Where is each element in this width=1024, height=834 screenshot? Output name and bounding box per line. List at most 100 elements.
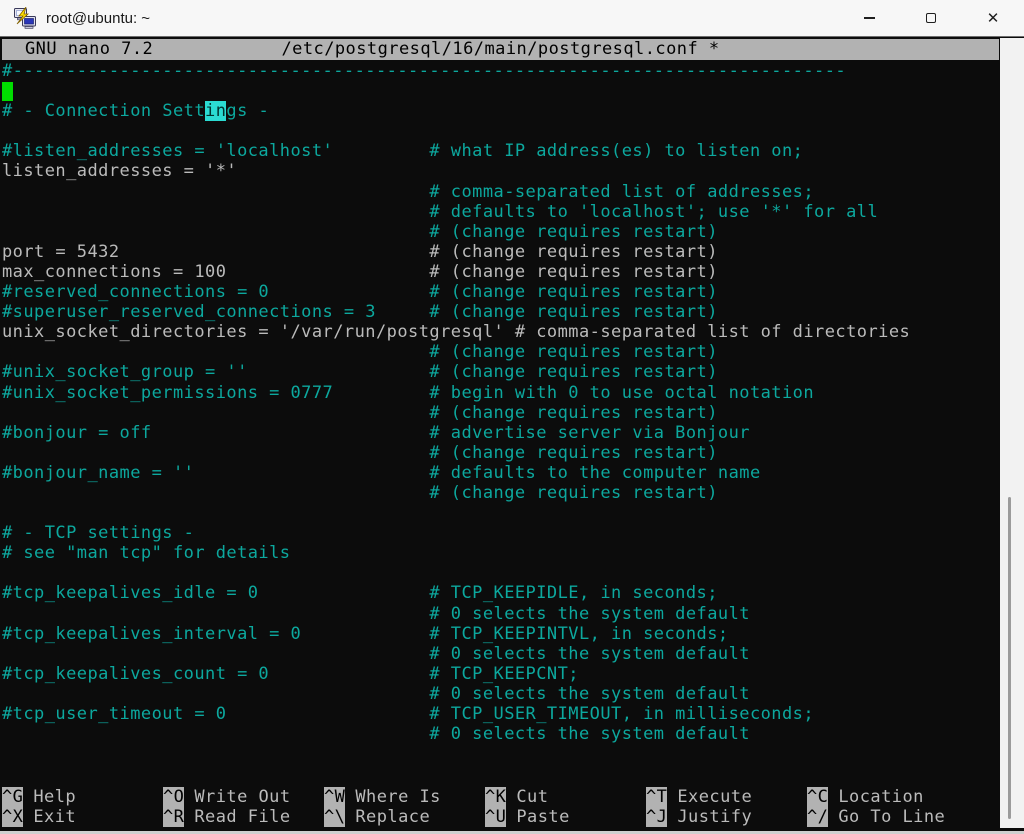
editor-line: #tcp_keepalives_count = 0 # TCP_KEEPCNT; [2, 664, 999, 684]
shortcut-column: ^K Cut ^U Paste [485, 786, 646, 827]
shortcut-label: Read File [194, 806, 291, 827]
text-cursor [2, 82, 13, 102]
text-segment: # (change requires restart) [2, 482, 718, 503]
shortcut-item: ^\ Replace [324, 806, 485, 827]
text-segment: #unix_socket_group = '' # (change requir… [2, 362, 718, 383]
close-button[interactable]: ✕ [962, 0, 1024, 36]
nano-titlebar: /etc/postgresql/16/main/postgresql.conf … [2, 39, 999, 60]
editor-line: #listen_addresses = 'localhost' # what I… [2, 141, 999, 161]
editor-line: # (change requires restart) [2, 222, 999, 242]
shortcut-item: ^T Execute [646, 786, 807, 807]
shortcut-column: ^O Write Out ^R Read File [163, 786, 324, 827]
text-segment: #reserved_connections = 0 # (change requ… [2, 282, 718, 303]
text-segment: unix_socket_directories = '/var/run/post… [2, 322, 911, 343]
shortcut-label: Execute [677, 786, 753, 807]
shortcut-item: ^J Justify [646, 806, 807, 827]
shortcut-label: Replace [355, 806, 431, 827]
shortcut-column: ^W Where Is ^\ Replace [324, 786, 485, 827]
separator-line: #---------------------------------------… [2, 61, 847, 81]
editor-line: #reserved_connections = 0 # (change requ… [2, 282, 999, 302]
editor-line: # see "man tcp" for details [2, 543, 999, 563]
editor-line: # 0 selects the system default [2, 604, 999, 624]
shortcut-key: ^R [163, 806, 185, 827]
editor-line: # 0 selects the system default [2, 644, 999, 664]
shortcut-label: Write Out [194, 786, 291, 807]
nano-shortcut-bar: ^G Help ^X Exit ^O Write Out ^R Read File ^W Wher… [2, 786, 968, 827]
text-segment: # 0 selects the system default [2, 603, 750, 624]
editor-line: #---------------------------------------… [2, 61, 999, 81]
editor-line: # (change requires restart) [2, 342, 999, 362]
window-controls: ✕ [838, 0, 1024, 36]
window-titlebar[interactable]: root@ubuntu: ~ ✕ [0, 0, 1024, 37]
nano-version: GNU nano 7.2 [25, 39, 154, 59]
shortcut-column: ^T Execute ^J Justify [646, 786, 807, 827]
editor-line: # 0 selects the system default [2, 724, 999, 744]
editor-line: #tcp_user_timeout = 0 # TCP_USER_TIMEOUT… [2, 704, 999, 724]
search-match: in [205, 101, 227, 122]
text-segment: # defaults to 'localhost'; use '*' for a… [2, 201, 879, 222]
shortcut-key: ^O [163, 786, 185, 807]
shortcut-key: ^/ [807, 806, 829, 827]
text-segment: # (change requires restart) [2, 221, 718, 242]
shortcut-label: Location [838, 786, 924, 807]
scrollbar-track[interactable] [1000, 38, 1024, 828]
text-segment: # 0 selects the system default [2, 724, 750, 745]
editor-line: #tcp_keepalives_interval = 0 # TCP_KEEPI… [2, 624, 999, 644]
text-segment: #tcp_keepalives_interval = 0 # TCP_KEEPI… [2, 623, 729, 644]
shortcut-key: ^W [324, 786, 346, 807]
shortcut-column: ^G Help ^X Exit [2, 786, 163, 827]
shortcut-key: ^K [485, 786, 507, 807]
shortcut-key: ^\ [324, 806, 346, 827]
editor-line: #tcp_keepalives_idle = 0 # TCP_KEEPIDLE,… [2, 583, 999, 603]
editor-line: #unix_socket_group = '' # (change requir… [2, 362, 999, 382]
shortcut-key: ^T [646, 786, 668, 807]
text-segment: max_connections = 100 # (change requires… [2, 261, 718, 282]
maximize-icon [926, 13, 936, 23]
text-segment: gs - [226, 101, 270, 122]
text-segment: #unix_socket_permissions = 0777 # begin … [2, 382, 815, 403]
shortcut-item: ^R Read File [163, 806, 324, 827]
text-segment: # see "man tcp" for details [2, 543, 291, 564]
shortcut-item: ^U Paste [485, 806, 646, 827]
shortcut-key: ^G [2, 786, 24, 807]
shortcut-column: ^C Location ^/ Go To Line [807, 786, 968, 827]
shortcut-item: ^G Help [2, 786, 163, 807]
editor-line: max_connections = 100 # (change requires… [2, 262, 999, 282]
text-segment: #superuser_reserved_connections = 3 # (c… [2, 302, 718, 323]
text-segment: port = 5432 # (change requires restart) [2, 241, 718, 262]
shortcut-label: Paste [516, 806, 570, 827]
window-title: root@ubuntu: ~ [46, 9, 151, 27]
editor-line: # 0 selects the system default [2, 684, 999, 704]
editor-content[interactable]: #---------------------------------------… [2, 61, 999, 785]
shortcut-key: ^C [807, 786, 829, 807]
minimize-button[interactable] [838, 0, 900, 36]
shortcut-item: ^O Write Out [163, 786, 324, 807]
shortcut-item: ^C Location [807, 786, 968, 807]
editor-line: #superuser_reserved_connections = 3 # (c… [2, 302, 999, 322]
shortcut-label: Cut [516, 786, 549, 807]
text-segment: # comma-separated list of addresses; [2, 181, 815, 202]
editor-line: port = 5432 # (change requires restart) [2, 242, 999, 262]
shortcut-item: ^K Cut [485, 786, 646, 807]
shortcut-label: Justify [677, 806, 753, 827]
text-segment: # 0 selects the system default [2, 683, 750, 704]
text-segment: #bonjour_name = '' # defaults to the com… [2, 462, 761, 483]
text-segment: # - TCP settings - [2, 523, 195, 544]
editor-line: # (change requires restart) [2, 483, 999, 503]
text-segment: # - Connection Sett [2, 101, 206, 122]
text-segment: # (change requires restart) [2, 342, 718, 363]
editor-line: #bonjour = off # advertise server via Bo… [2, 423, 999, 443]
shortcut-label: Where Is [355, 786, 441, 807]
scrollbar-thumb[interactable] [1008, 497, 1011, 819]
maximize-button[interactable] [900, 0, 962, 36]
shortcut-key: ^J [646, 806, 668, 827]
text-segment: #tcp_keepalives_idle = 0 # TCP_KEEPIDLE,… [2, 583, 718, 604]
shortcut-label: Exit [33, 806, 77, 827]
editor-line: # defaults to 'localhost'; use '*' for a… [2, 202, 999, 222]
editor-line: # - Connection Settings - [2, 101, 999, 122]
putty-icon [13, 7, 37, 29]
text-segment: # (change requires restart) [2, 442, 718, 463]
text-segment: #bonjour = off # advertise server via Bo… [2, 422, 750, 443]
